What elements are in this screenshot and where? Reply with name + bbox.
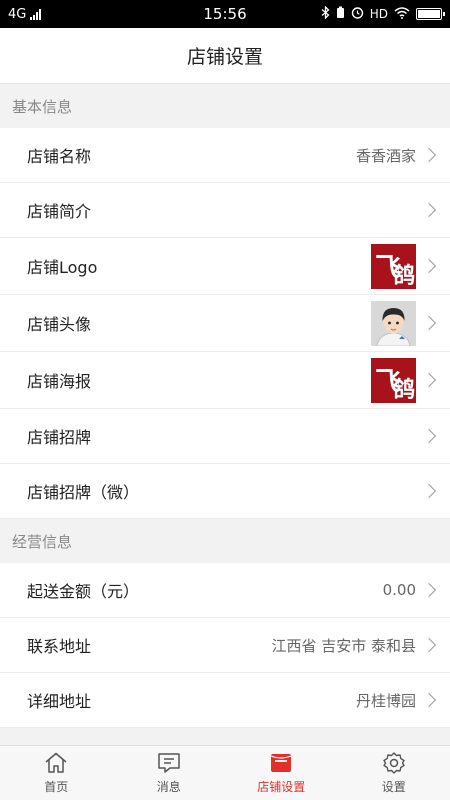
battery-icon — [416, 8, 445, 20]
tab-label: 消息 — [156, 780, 181, 794]
message-icon — [158, 753, 180, 773]
wifi-icon — [394, 6, 410, 22]
tab-label: 店铺设置 — [257, 780, 306, 794]
page-title: 店铺设置 — [186, 46, 263, 68]
signal-icon — [30, 8, 42, 20]
status-left: 4G — [8, 6, 42, 22]
chevron-right-icon — [421, 582, 437, 598]
row-min-order-amount[interactable]: 起送金额（元） 0.00 — [0, 563, 450, 618]
row-store-poster[interactable]: 店铺海报 飞鸽 — [0, 352, 450, 409]
gear-icon — [383, 752, 405, 774]
row-label: 店铺招牌 — [27, 428, 92, 447]
status-bar: 4G 15:56 HD — [0, 0, 450, 28]
home-icon — [45, 752, 67, 773]
chevron-right-icon — [421, 372, 437, 388]
store-icon — [271, 754, 292, 772]
row-detail-address[interactable]: 详细地址 丹桂博园 — [0, 673, 450, 728]
row-store-signboard[interactable]: 店铺招牌 — [0, 409, 450, 464]
row-label: 详细地址 — [27, 692, 92, 711]
basic-info-list: 店铺名称 香香酒家 店铺简介 店铺Logo 飞鸽 店铺头像 店铺海报 飞 鸽 店… — [0, 128, 450, 519]
row-store-avatar[interactable]: 店铺头像 — [0, 295, 450, 352]
tab-label: 设置 — [381, 780, 406, 794]
chevron-right-icon — [421, 147, 437, 163]
status-right: HD — [321, 5, 445, 22]
chevron-right-icon — [421, 315, 437, 331]
row-store-intro[interactable]: 店铺简介 — [0, 183, 450, 238]
row-label: 店铺Logo — [27, 258, 98, 277]
tab-store-settings[interactable]: 店铺设置 — [225, 746, 338, 800]
row-label: 店铺头像 — [27, 315, 92, 334]
row-store-logo[interactable]: 店铺Logo 飞鸽 — [0, 238, 450, 295]
chevron-right-icon — [421, 483, 437, 499]
status-time: 15:56 — [203, 5, 247, 23]
tab-messages[interactable]: 消息 — [113, 746, 226, 800]
chevron-right-icon — [421, 692, 437, 708]
row-store-name[interactable]: 店铺名称 香香酒家 — [0, 128, 450, 183]
row-value: 0.00 — [382, 581, 416, 599]
row-value: 江西省 吉安市 泰和县 — [271, 636, 416, 655]
hd-label: HD — [369, 7, 388, 21]
chevron-right-icon — [421, 202, 437, 218]
tab-settings[interactable]: 设置 — [338, 746, 450, 800]
alarm-icon — [351, 6, 364, 22]
business-info-list: 起送金额（元） 0.00 联系地址 江西省 吉安市 泰和县 详细地址 丹桂博园 — [0, 563, 450, 728]
row-store-signboard-mini[interactable]: 店铺招牌（微） — [0, 464, 450, 519]
chevron-right-icon — [421, 428, 437, 444]
poster-image: 飞鸽 — [371, 357, 416, 403]
section-header-business: 经营信息 — [0, 519, 450, 563]
row-contact-address[interactable]: 联系地址 江西省 吉安市 泰和县 — [0, 618, 450, 673]
battery-saver-icon — [336, 6, 345, 22]
network-type: 4G — [8, 6, 27, 22]
chevron-right-icon — [421, 258, 437, 274]
avatar-image — [371, 300, 416, 346]
row-label: 店铺名称 — [27, 147, 92, 166]
row-value: 香香酒家 — [355, 146, 416, 165]
tab-label: 首页 — [44, 780, 69, 794]
row-label: 店铺简介 — [27, 202, 92, 221]
nav-bar: 店铺设置 — [0, 28, 450, 84]
row-label: 起送金额（元） — [27, 582, 140, 601]
row-label: 店铺招牌（微） — [27, 483, 140, 502]
chevron-right-icon — [421, 637, 437, 653]
tab-home[interactable]: 首页 — [0, 746, 113, 800]
row-label: 店铺海报 — [27, 372, 92, 391]
bottom-tab-bar: 首页 消息 店铺设置 设置 — [0, 745, 450, 800]
logo-image: 飞鸽 — [371, 243, 416, 289]
section-header-basic: 基本信息 — [0, 84, 450, 128]
row-label: 联系地址 — [27, 637, 92, 656]
row-value: 丹桂博园 — [355, 691, 416, 710]
bluetooth-icon — [321, 5, 330, 22]
